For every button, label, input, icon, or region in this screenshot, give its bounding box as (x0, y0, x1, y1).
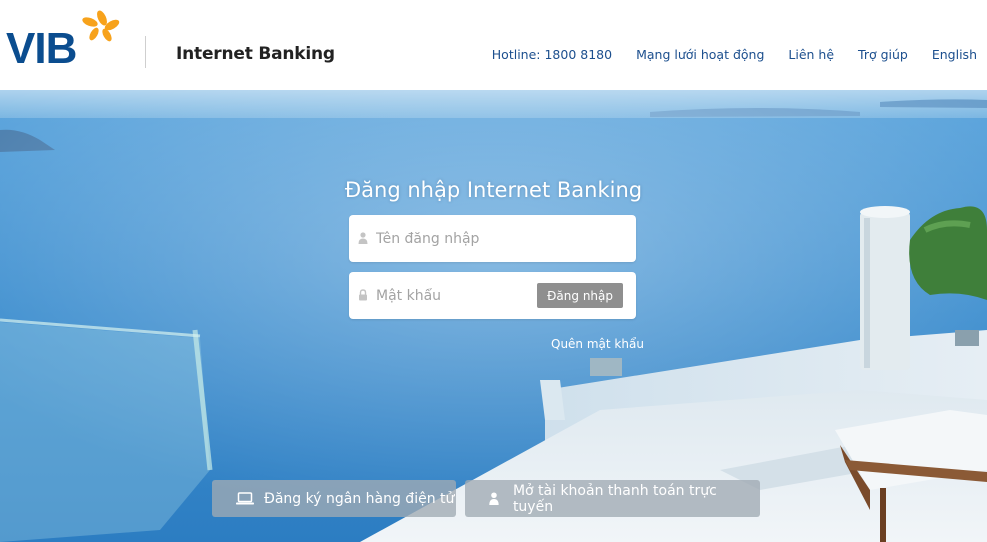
nav-hotline-link[interactable]: Hotline: 1800 8180 (492, 47, 612, 62)
user-icon (489, 492, 499, 505)
user-icon (358, 232, 368, 244)
header-divider (145, 36, 146, 68)
login-title: Đăng nhập Internet Banking (344, 178, 643, 202)
lock-icon (359, 289, 367, 301)
login-button[interactable]: Đăng nhập (537, 283, 623, 308)
open-account-button[interactable]: Mở tài khoản thanh toán trực tuyến (465, 480, 760, 517)
open-account-label: Mở tài khoản thanh toán trực tuyến (512, 482, 717, 515)
password-input[interactable] (376, 272, 556, 319)
password-field[interactable]: Đăng nhập (349, 272, 636, 319)
register-ebanking-button[interactable]: Đăng ký ngân hàng điện tử (212, 480, 456, 517)
nav-network-link[interactable]: Mạng lưới hoạt động (636, 47, 764, 62)
nav-contact-link[interactable]: Liên hệ (788, 47, 834, 62)
vib-logo[interactable]: VIB (6, 8, 124, 70)
register-ebanking-label: Đăng ký ngân hàng điện tử (264, 490, 455, 507)
nav-language-link[interactable]: English (932, 47, 977, 62)
product-title: Internet Banking (176, 44, 335, 64)
header: VIB Internet Banking Hotline: 1800 8180 … (0, 0, 987, 90)
username-input[interactable] (376, 215, 626, 262)
laptop-icon (236, 492, 254, 505)
username-field[interactable] (349, 215, 636, 262)
forgot-password-link[interactable]: Quên mật khẩu (551, 337, 644, 351)
top-nav: Hotline: 1800 8180 Mạng lưới hoạt động L… (492, 47, 977, 62)
nav-help-link[interactable]: Trợ giúp (858, 47, 908, 62)
logo-text: VIB (6, 24, 76, 70)
logo-flower-icon (82, 10, 120, 42)
